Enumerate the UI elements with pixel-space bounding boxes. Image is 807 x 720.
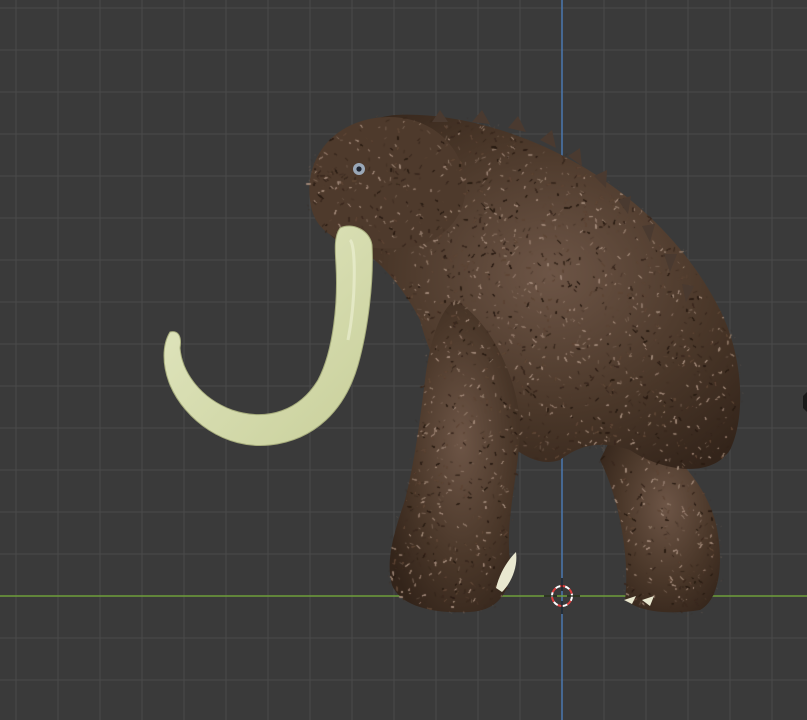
3d-viewport[interactable]: [0, 0, 807, 720]
3d-cursor[interactable]: [0, 0, 807, 720]
navigation-gizmo-edge[interactable]: [803, 392, 807, 412]
